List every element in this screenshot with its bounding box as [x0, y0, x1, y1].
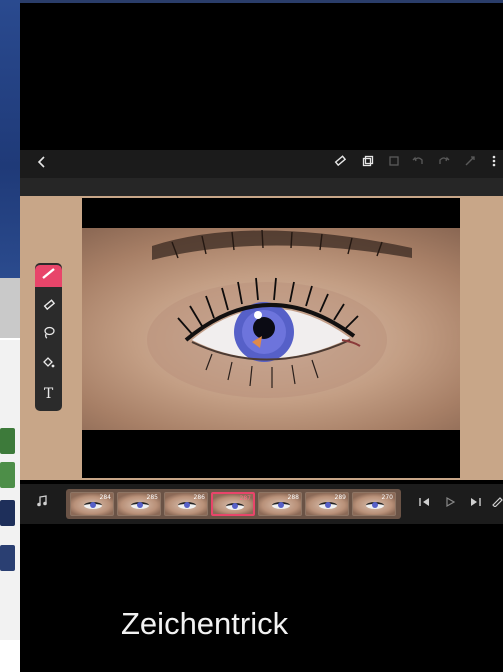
lasso-tool-button[interactable] [35, 325, 62, 347]
app-toolbar [20, 150, 503, 178]
lasso-icon [43, 326, 55, 339]
caption-text: Zeichentrick [121, 606, 289, 641]
copy-layer-icon [362, 155, 374, 167]
pencil-icon [491, 497, 503, 508]
eye-painting [82, 228, 460, 430]
skip-to-start-icon [419, 498, 429, 506]
paste-button[interactable] [384, 154, 404, 174]
go-to-start-button[interactable] [414, 494, 434, 514]
eraser-icon [334, 155, 347, 167]
text-icon: T [43, 386, 54, 402]
device-top-edge [20, 0, 503, 3]
frame-number: 287 [239, 495, 251, 502]
play-icon [446, 496, 456, 508]
timeline-frame[interactable]: 287 [211, 492, 255, 516]
undo-icon [412, 156, 423, 164]
frame-number: 288 [287, 494, 299, 501]
chevron-left-icon [37, 156, 45, 168]
more-icon [492, 155, 496, 167]
background-thumbnail [0, 462, 15, 488]
frame-iris-preview [184, 502, 190, 508]
toolbar-subbar [20, 178, 503, 196]
frame-number: 289 [334, 494, 346, 501]
frame-number: 284 [99, 494, 111, 501]
frame-number: 285 [146, 494, 158, 501]
transform-button[interactable] [460, 154, 480, 174]
fill-bucket-icon [43, 357, 55, 368]
play-button[interactable] [440, 494, 460, 514]
eraser-icon [43, 299, 55, 311]
device-top-bezel [20, 0, 503, 150]
paste-icon [389, 156, 399, 166]
skip-to-end-icon [471, 498, 481, 506]
more-button[interactable] [486, 154, 502, 174]
audio-button[interactable] [32, 494, 52, 514]
background-blue-panel [0, 0, 20, 278]
brush-icon [41, 268, 55, 279]
frame-iris-preview [325, 502, 331, 508]
eraser-tool-button[interactable] [35, 297, 62, 319]
frame-strip[interactable]: 284 285 286 287 288 289 270 [66, 489, 401, 519]
frame-iris-preview [90, 502, 96, 508]
eye-illustration [147, 229, 412, 398]
frame-number: 270 [381, 494, 393, 501]
background-thumbnail-panel [0, 340, 20, 640]
fill-tool-button[interactable] [35, 355, 62, 377]
animation-timeline: 284 285 286 287 288 289 270 [20, 484, 503, 524]
timeline-frame[interactable]: 288 [258, 492, 302, 516]
timeline-frame[interactable]: 286 [164, 492, 208, 516]
frame-iris-preview [278, 502, 284, 508]
frame-iris-preview [232, 503, 238, 509]
brush-tool-button[interactable] [35, 265, 62, 287]
redo-button[interactable] [434, 154, 454, 174]
drawing-canvas[interactable] [82, 198, 460, 478]
eraser-button[interactable] [330, 154, 350, 174]
background-thumbnail [0, 428, 15, 454]
go-to-end-button[interactable] [466, 494, 486, 514]
background-thumbnail [0, 500, 15, 526]
timeline-frame[interactable]: 289 [305, 492, 349, 516]
copy-layer-button[interactable] [358, 154, 378, 174]
frame-number: 286 [193, 494, 205, 501]
background-gray-panel [0, 278, 20, 338]
frame-iris-preview [137, 502, 143, 508]
canvas-area [20, 196, 503, 480]
timeline-frame[interactable]: 285 [117, 492, 161, 516]
redo-icon [439, 156, 450, 164]
background-thumbnail [0, 545, 15, 571]
music-note-icon [37, 495, 47, 507]
tool-palette: T [35, 263, 62, 411]
background-slide-strip [0, 0, 20, 672]
text-tool-button[interactable]: T [35, 383, 62, 405]
edit-button[interactable] [490, 494, 503, 514]
frame-iris-preview [372, 502, 378, 508]
undo-button[interactable] [408, 154, 428, 174]
timeline-frame[interactable]: 270 [352, 492, 396, 516]
back-button[interactable] [32, 154, 52, 174]
transform-icon [465, 156, 475, 166]
timeline-frame[interactable]: 284 [70, 492, 114, 516]
